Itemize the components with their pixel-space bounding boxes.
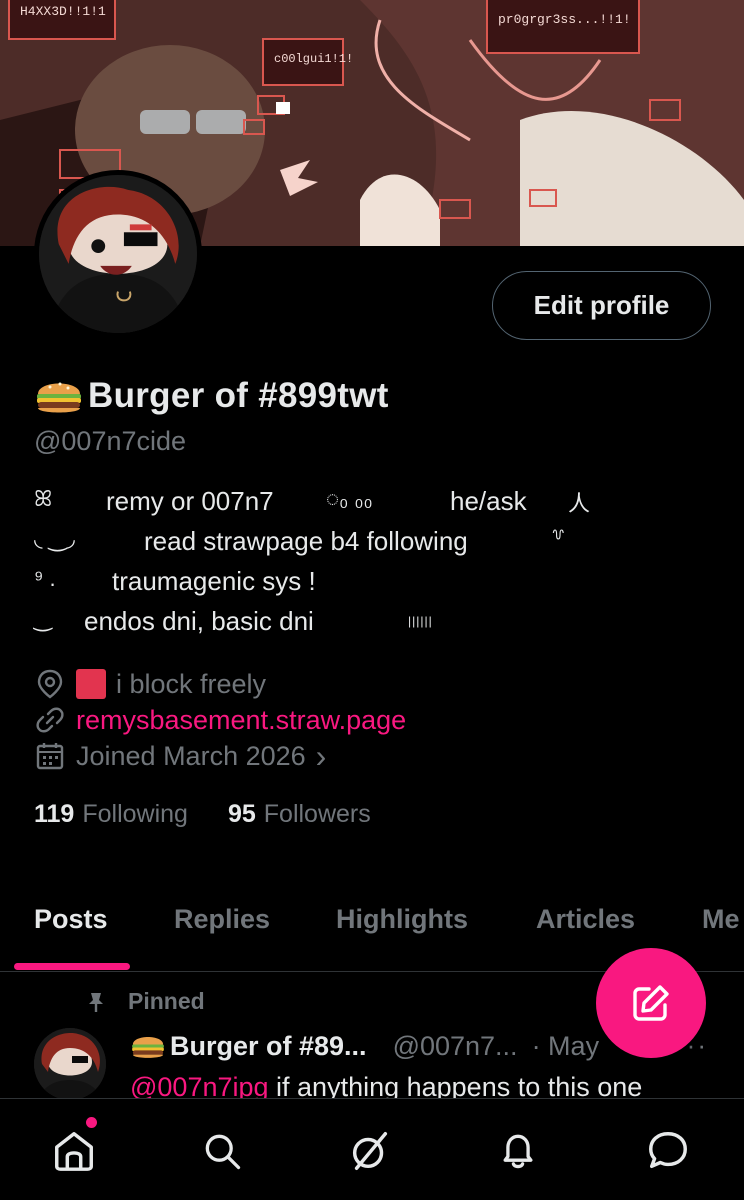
avatar-artwork (39, 175, 197, 333)
banner-label: pr0grgr3ss...!!1! (486, 0, 640, 54)
home-icon (55, 1132, 93, 1171)
post-text[interactable]: @007n7ipg if anything happens to this on… (130, 1072, 730, 1100)
joined-text: Joined March 2026 (76, 740, 306, 771)
chevron-right-icon: › (315, 737, 327, 774)
banner-label: H4XX3D!!1!1 (8, 0, 116, 40)
grok-icon (352, 1132, 388, 1170)
pin-icon (89, 992, 103, 1012)
bio-decoration: ꒷ (550, 529, 568, 554)
home-notification-dot (86, 1117, 97, 1128)
post-header: Burger of #89... @007n7... · May (130, 1030, 599, 1062)
nav-home[interactable] (48, 1125, 100, 1177)
messages-icon (649, 1132, 687, 1169)
bio-line: ꕤ remy or 007n7 ◌₀ ₀₀ he/ask 人 (34, 486, 714, 526)
tab-media[interactable]: Me (702, 904, 744, 935)
tab-highlights[interactable]: Highlights (336, 904, 468, 935)
tab-articles[interactable]: Articles (536, 904, 635, 935)
bio-text: remy or 007n7 (106, 486, 274, 516)
hamburger-icon (37, 382, 81, 413)
tab-replies[interactable]: Replies (174, 904, 270, 935)
profile-bio: ꕤ remy or 007n7 ◌₀ ₀₀ he/ask 人 ◟ ‿◞ read… (34, 486, 714, 646)
pinned-indicator: Pinned (84, 988, 205, 1015)
banner-label: c00lgui1!1! (262, 38, 353, 86)
bio-line: ‿ endos dni, basic dni |||||| (34, 606, 714, 646)
bio-line: ⁹ . traumagenic sys ! (34, 566, 714, 606)
bio-decoration: |||||| (408, 614, 433, 628)
post-body: if anything happens to this one (268, 1072, 643, 1100)
search-icon (205, 1134, 241, 1170)
pinned-label: Pinned (128, 988, 205, 1014)
profile-avatar[interactable] (34, 170, 202, 338)
website-row: remysbasement.straw.page (34, 704, 406, 736)
tab-posts[interactable]: Posts (34, 904, 108, 935)
nav-messages[interactable] (642, 1125, 694, 1177)
bio-line: ◟ ‿◞ read strawpage b4 following ꒷ (34, 526, 714, 566)
compose-post-button[interactable] (596, 948, 706, 1058)
followers-count[interactable]: 95 (228, 800, 256, 829)
display-name-text: Burger of #899twt (88, 376, 389, 415)
active-tab-indicator (14, 963, 130, 970)
bio-text: he/ask (450, 486, 527, 516)
followers-label[interactable]: Followers (264, 800, 371, 829)
calendar-icon (34, 740, 66, 772)
bio-text: endos dni, basic dni (84, 606, 314, 636)
bio-decoration: ‿ (34, 606, 52, 631)
follow-stats: 119 Following 95 Followers (34, 800, 411, 829)
bio-decoration: ꕤ (34, 486, 53, 511)
nav-notifications[interactable] (492, 1125, 544, 1177)
bio-text: traumagenic sys ! (112, 566, 316, 596)
nav-grok[interactable] (344, 1125, 396, 1177)
location-row: i block freely (34, 668, 266, 700)
location-pin-icon (34, 668, 66, 700)
following-count[interactable]: 119 (34, 800, 74, 829)
hamburger-icon (132, 1037, 164, 1058)
edit-profile-button[interactable]: Edit profile (492, 271, 711, 340)
link-icon (34, 704, 66, 736)
post-mention[interactable]: @007n7ipg (130, 1072, 269, 1100)
location-text: i block freely (116, 668, 267, 699)
post-author-handle[interactable]: @007n7... (393, 1031, 518, 1062)
compose-icon (633, 985, 669, 1021)
notifications-icon (503, 1134, 533, 1169)
following-label[interactable]: Following (82, 800, 188, 829)
website-link[interactable]: remysbasement.straw.page (76, 705, 406, 736)
post-author-avatar[interactable] (34, 1028, 106, 1100)
bottom-navigation (0, 1098, 744, 1200)
bio-decoration: ⁹ . (34, 566, 56, 591)
nav-search[interactable] (196, 1125, 248, 1177)
avatar-artwork (34, 1028, 106, 1100)
post-date[interactable]: · May (532, 1031, 600, 1062)
display-name: Burger of #899twt (34, 374, 389, 418)
username-handle: @007n7cide (34, 426, 187, 456)
post-author-name[interactable]: Burger of #89... (170, 1031, 367, 1062)
bio-decoration: 人 (568, 491, 591, 516)
joined-row[interactable]: Joined March 2026 › (34, 740, 326, 772)
bio-text: read strawpage b4 following (144, 526, 468, 556)
bio-decoration: ◟ ‿◞ (34, 526, 75, 551)
red-square-icon (76, 669, 106, 699)
bio-decoration: ◌₀ ₀₀ (326, 486, 373, 511)
